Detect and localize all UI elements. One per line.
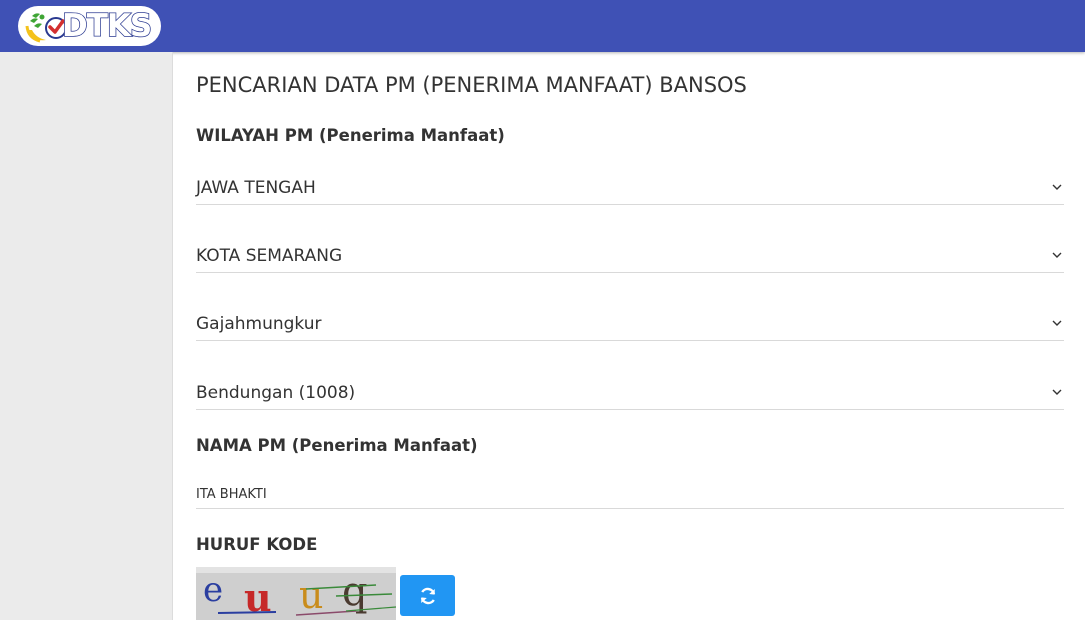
district-select[interactable]: Gajahmungkur <box>196 301 1064 341</box>
dtks-logo[interactable]: DTKS <box>18 6 161 46</box>
village-select[interactable]: Bendungan (1008) <box>196 370 1064 410</box>
wilayah-label: WILAYAH PM (Penerima Manfaat) <box>196 126 505 145</box>
page-title: PENCARIAN DATA PM (PENERIMA MANFAAT) BAN… <box>196 73 747 97</box>
captcha-image: e u u q <box>196 567 396 620</box>
logo-emblem-icon <box>25 13 66 43</box>
village-value: Bendungan (1008) <box>196 382 356 403</box>
city-select[interactable]: KOTA SEMARANG <box>196 233 1064 273</box>
chevron-down-icon <box>1052 389 1062 395</box>
top-navbar: DTKS <box>0 0 1085 52</box>
svg-text:e: e <box>203 570 223 610</box>
district-value: Gajahmungkur <box>196 313 322 334</box>
province-select[interactable]: JAWA TENGAH <box>196 165 1064 205</box>
kode-label: HURUF KODE <box>196 535 318 554</box>
chevron-down-icon <box>1052 320 1062 326</box>
chevron-down-icon <box>1052 184 1062 190</box>
svg-text:q: q <box>342 569 368 615</box>
svg-text:u: u <box>299 573 323 617</box>
sidebar <box>0 52 173 620</box>
nama-input[interactable] <box>196 469 1064 508</box>
logo-text: DTKS <box>61 7 153 45</box>
nama-field-wrapper <box>196 469 1064 509</box>
city-value: KOTA SEMARANG <box>196 245 343 266</box>
nama-label: NAMA PM (Penerima Manfaat) <box>196 436 478 455</box>
province-value: JAWA TENGAH <box>196 177 316 198</box>
refresh-icon <box>420 587 435 604</box>
refresh-captcha-button[interactable] <box>400 575 455 616</box>
chevron-down-icon <box>1052 252 1062 258</box>
